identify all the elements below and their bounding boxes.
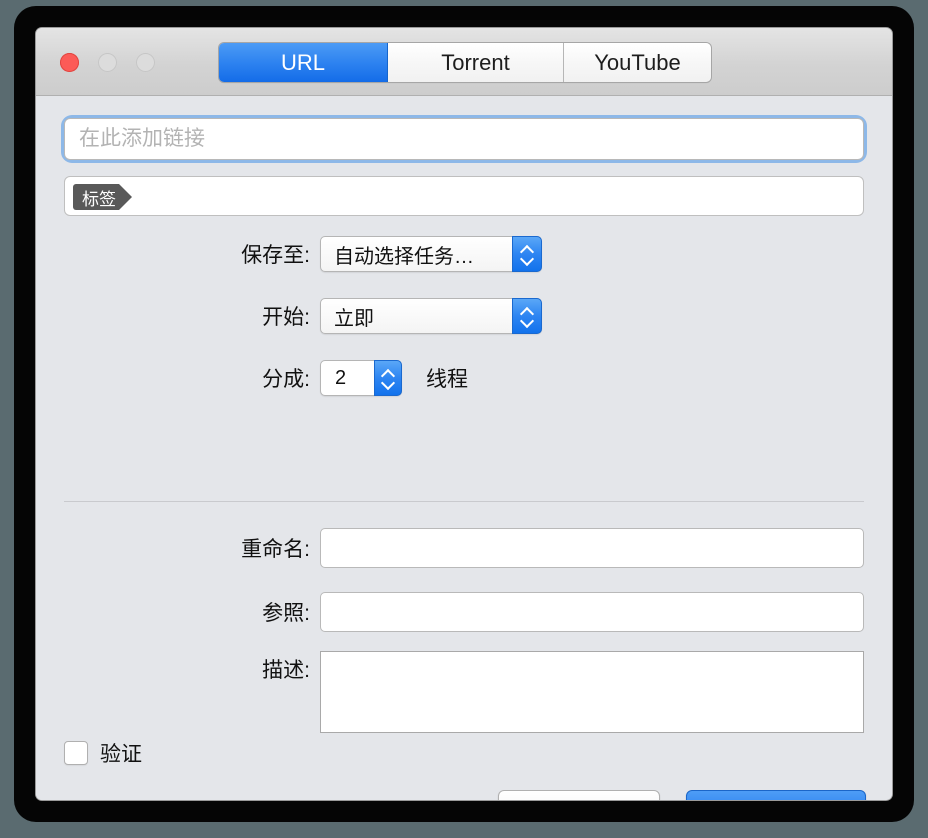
tab-youtube[interactable]: YouTube [564, 43, 711, 82]
start-value: 立即 [334, 307, 374, 330]
url-input-wrapper [64, 118, 864, 160]
save-to-row: 保存至: 自动选择任务… [64, 236, 542, 272]
verify-checkbox-row[interactable]: 验证 [64, 738, 142, 768]
start-label: 开始: [262, 306, 310, 329]
description-label: 描述: [262, 659, 310, 682]
zoom-button-icon[interactable] [136, 53, 155, 72]
threads-stepper[interactable]: 2 [320, 360, 402, 396]
window-controls [60, 53, 155, 72]
tab-url[interactable]: URL [219, 43, 388, 82]
split-label: 分成: [262, 368, 310, 391]
start-row: 开始: 立即 [64, 298, 542, 334]
tab-torrent[interactable]: Torrent [388, 43, 564, 82]
tag-token[interactable]: 标签 [73, 184, 132, 210]
tag-input-field[interactable]: 标签 [64, 176, 864, 216]
threads-value: 2 [335, 366, 347, 389]
split-row: 分成: 2 线程 [64, 360, 468, 396]
save-to-value: 自动选择任务… [334, 245, 474, 268]
rename-row: 重命名: [64, 528, 864, 568]
save-to-label: 保存至: [241, 244, 310, 267]
description-row: 描述: [64, 651, 864, 733]
referer-label: 参照: [262, 602, 310, 625]
dialog-content: 标签 保存至: 自动选择任务… 开始: 立即 [36, 96, 892, 800]
rename-label: 重命名: [241, 538, 310, 561]
verify-checkbox[interactable] [64, 741, 88, 765]
start-stepper-arrows-icon[interactable] [512, 298, 542, 334]
start-popup-button[interactable]: 立即 [320, 298, 542, 334]
ok-button[interactable]: 好 [686, 790, 866, 800]
chevron-down-icon [382, 380, 395, 387]
screen: URL Torrent YouTube 标签 保存至: 自动选择任务… [0, 0, 928, 838]
minimize-button-icon[interactable] [98, 53, 117, 72]
threads-stepper-arrows-icon[interactable] [374, 360, 402, 396]
verify-checkbox-label: 验证 [100, 743, 142, 766]
close-button-icon[interactable] [60, 53, 79, 72]
url-input[interactable] [64, 118, 864, 160]
threads-suffix-label: 线程 [426, 368, 468, 391]
cancel-button[interactable]: 取消 [498, 790, 660, 800]
source-type-tabs: URL Torrent YouTube [219, 43, 711, 82]
description-textarea[interactable] [320, 651, 864, 733]
save-to-stepper-arrows-icon[interactable] [512, 236, 542, 272]
referer-row: 参照: [64, 592, 864, 632]
referer-input[interactable] [320, 592, 864, 632]
chevron-down-icon [521, 256, 534, 263]
rename-input[interactable] [320, 528, 864, 568]
save-to-popup-button[interactable]: 自动选择任务… [320, 236, 542, 272]
add-task-dialog: URL Torrent YouTube 标签 保存至: 自动选择任务… [36, 28, 892, 800]
chevron-down-icon [521, 318, 534, 325]
section-divider [64, 501, 864, 502]
titlebar: URL Torrent YouTube [36, 28, 892, 96]
